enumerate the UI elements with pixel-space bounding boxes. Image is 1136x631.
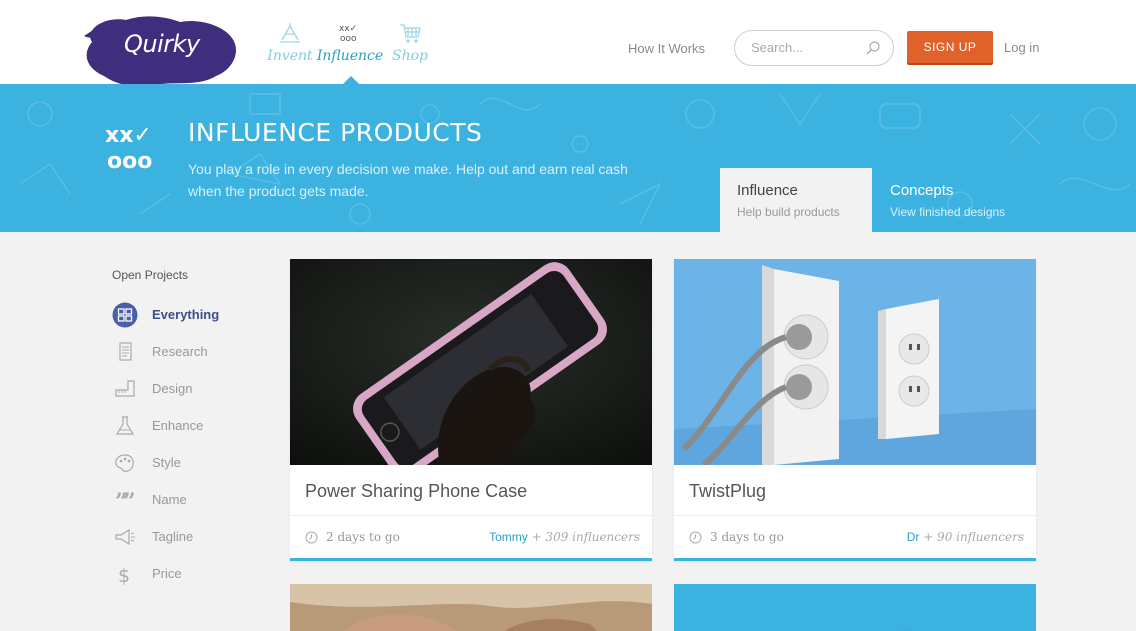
days-to-go-text: 3 days to go xyxy=(710,530,784,544)
svg-text:ooo: ooo xyxy=(340,34,357,44)
active-nav-pointer xyxy=(343,76,359,84)
influence-large-icon: xx✓ ooo xyxy=(105,123,152,174)
ruler-icon xyxy=(112,375,140,403)
main-nav: Invent xx✓ ooo Influence Shop xyxy=(254,22,434,64)
card-title[interactable]: TwistPlug xyxy=(689,481,766,502)
tab-influence-subtitle: Help build products xyxy=(737,205,840,219)
clock-icon xyxy=(689,531,702,543)
grid-icon xyxy=(112,301,140,329)
card-influencers: Dr + 90 influencers xyxy=(907,530,1024,544)
sidebar-item-label: Tagline xyxy=(152,529,194,544)
sidebar-item-enhance[interactable]: Enhance xyxy=(112,407,262,444)
log-in-link[interactable]: Log in xyxy=(1004,40,1039,55)
sidebar-item-label: Price xyxy=(152,566,182,581)
card-divider xyxy=(674,515,1036,516)
sidebar-title: Open Projects xyxy=(112,268,189,282)
logo-text: Quirky xyxy=(124,30,200,58)
clock-icon xyxy=(305,531,318,543)
product-image xyxy=(290,259,652,465)
svg-text:$: $ xyxy=(118,565,130,587)
quote-icon: ”” xyxy=(112,486,140,514)
tab-influence[interactable]: Influence Help build products xyxy=(720,168,872,232)
project-card-partial[interactable] xyxy=(674,584,1036,631)
card-title[interactable]: Power Sharing Phone Case xyxy=(305,481,527,502)
sidebar-item-research[interactable]: Research xyxy=(112,333,262,370)
card-time-remaining: 3 days to go xyxy=(689,530,784,544)
flask-icon xyxy=(112,412,140,440)
product-image xyxy=(674,584,1036,631)
nav-item-shop[interactable]: Shop xyxy=(374,22,446,64)
sidebar-item-label: Design xyxy=(152,381,193,396)
sidebar-item-everything[interactable]: Everything xyxy=(112,296,262,333)
svg-text:xx✓: xx✓ xyxy=(105,123,152,148)
sidebar-item-label: Enhance xyxy=(152,418,204,433)
influencer-username[interactable]: Dr xyxy=(907,530,920,544)
sign-up-button[interactable]: SIGN UP xyxy=(907,31,993,63)
days-to-go-text: 2 days to go xyxy=(326,530,400,544)
tab-concepts-subtitle: View finished designs xyxy=(890,205,1006,219)
sidebar-item-label: Research xyxy=(152,344,208,359)
dollar-icon: $ xyxy=(112,560,140,588)
svg-text:”: ” xyxy=(123,489,136,513)
quirky-logo[interactable]: Quirky xyxy=(82,12,242,90)
nav-label-shop: Shop xyxy=(392,48,428,64)
project-filter-sidebar: Open Projects Everything Research Design… xyxy=(112,268,262,592)
project-card-twistplug[interactable]: TwistPlug 3 days to go Dr + 90 influence… xyxy=(674,259,1036,561)
svg-text:xx✓: xx✓ xyxy=(339,24,357,34)
page-description: You play a role in every decision we mak… xyxy=(188,161,628,199)
sidebar-item-name[interactable]: ”” Name xyxy=(112,481,262,518)
search-icon[interactable] xyxy=(865,40,881,56)
product-image xyxy=(290,584,652,631)
influencer-count: + 90 influencers xyxy=(923,530,1024,544)
tab-influence-title: Influence xyxy=(737,182,798,199)
page-title: INFLUENCE PRODUCTS xyxy=(188,118,483,147)
sidebar-item-price[interactable]: $ Price xyxy=(112,555,262,592)
top-header: Quirky Invent xx✓ ooo Influence Shop How… xyxy=(0,0,1136,87)
document-icon xyxy=(112,338,140,366)
project-card-partial[interactable] xyxy=(290,584,652,631)
sidebar-item-design[interactable]: Design xyxy=(112,370,262,407)
card-divider xyxy=(290,515,652,516)
sidebar-item-style[interactable]: Style xyxy=(112,444,262,481)
card-time-remaining: 2 days to go xyxy=(305,530,400,544)
how-it-works-link[interactable]: How It Works xyxy=(628,41,705,56)
shopping-cart-icon xyxy=(374,22,446,44)
search-box[interactable] xyxy=(734,30,894,66)
sidebar-item-tagline[interactable]: Tagline xyxy=(112,518,262,555)
svg-text:ooo: ooo xyxy=(107,149,152,174)
palette-icon xyxy=(112,449,140,477)
search-input[interactable] xyxy=(751,40,861,55)
product-image xyxy=(674,259,1036,465)
sidebar-item-label: Everything xyxy=(152,307,220,322)
sidebar-item-label: Name xyxy=(152,492,187,507)
hero-banner: xx✓ ooo INFLUENCE PRODUCTS You play a ro… xyxy=(0,84,1136,232)
influencer-username[interactable]: Tommy xyxy=(489,530,528,544)
influencer-count: + 309 influencers xyxy=(531,530,640,544)
project-card-phone-case[interactable]: Power Sharing Phone Case 2 days to go To… xyxy=(290,259,652,561)
sidebar-item-label: Style xyxy=(152,455,181,470)
tab-concepts-title: Concepts xyxy=(890,182,954,199)
megaphone-icon xyxy=(112,523,140,551)
card-influencers: Tommy + 309 influencers xyxy=(489,530,640,544)
tab-concepts[interactable]: Concepts View finished designs xyxy=(872,168,1042,232)
